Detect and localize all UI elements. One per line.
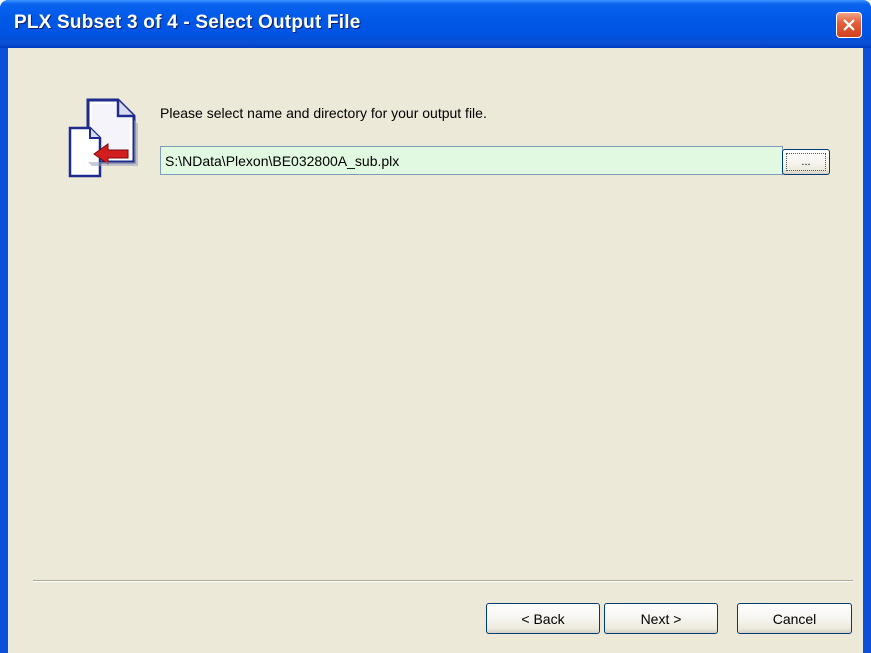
cancel-button[interactable]: Cancel: [737, 603, 852, 634]
wizard-window: PLX Subset 3 of 4 - Select Output File P…: [0, 0, 871, 653]
next-button[interactable]: Next >: [604, 603, 718, 634]
instruction-text: Please select name and directory for you…: [160, 105, 487, 121]
title-bar[interactable]: PLX Subset 3 of 4 - Select Output File: [0, 0, 871, 48]
button-area-divider: [33, 580, 853, 582]
back-button[interactable]: < Back: [486, 603, 600, 634]
wizard-page: Please select name and directory for you…: [8, 48, 863, 653]
output-file-path-input[interactable]: [160, 146, 783, 175]
close-button[interactable]: [836, 12, 862, 38]
close-icon: [843, 19, 855, 31]
document-arrow-icon: [68, 98, 138, 178]
window-title: PLX Subset 3 of 4 - Select Output File: [14, 12, 361, 33]
browse-button[interactable]: ...: [782, 149, 830, 175]
